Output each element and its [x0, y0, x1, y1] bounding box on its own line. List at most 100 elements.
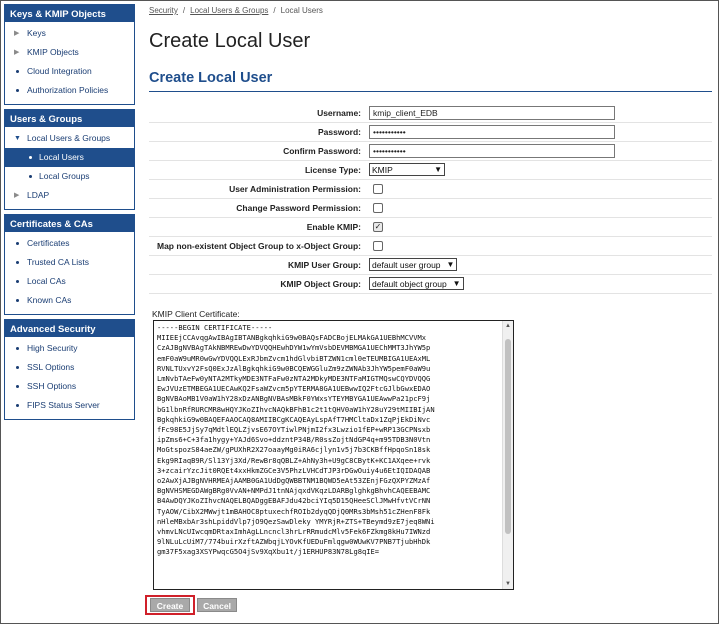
bullet-icon — [16, 89, 19, 92]
sidebar-item-kmip-objects[interactable]: ▶ KMIP Objects — [5, 43, 134, 62]
sidebar-item-ldap[interactable]: ▶ LDAP — [5, 186, 134, 205]
username-row: Username: — [149, 104, 712, 123]
bullet-icon — [29, 175, 32, 178]
bullet-icon — [16, 299, 19, 302]
panel-certificates: Certificates & CAs Certificates Trusted … — [4, 214, 135, 315]
license-type-value: KMIP — [372, 164, 393, 175]
bullet-icon — [16, 404, 19, 407]
scroll-up-icon[interactable]: ▲ — [503, 321, 513, 331]
map-object-group-row: Map non-existent Object Group to x-Objec… — [149, 237, 712, 256]
kmip-object-group-label: KMIP Object Group: — [280, 279, 361, 289]
chevron-down-icon: ▼ — [452, 279, 461, 288]
sidebar-item-label: Known CAs — [27, 295, 72, 305]
change-password-permission-checkbox[interactable] — [373, 203, 383, 213]
create-user-form: Username: Password: Confirm Password: Li… — [149, 104, 712, 294]
sidebar-item-label: Authorization Policies — [27, 85, 109, 95]
breadcrumb-separator: / — [273, 6, 276, 15]
panel-title-certificates: Certificates & CAs — [5, 215, 134, 232]
sidebar-item-authorization-policies[interactable]: Authorization Policies — [5, 81, 134, 100]
sidebar-item-label: FIPS Status Server — [27, 400, 100, 410]
kmip-client-certificate-textarea[interactable]: -----BEGIN CERTIFICATE----- MIIEEjCCAvqg… — [153, 320, 514, 590]
sidebar-item-ssh-options[interactable]: SSH Options — [5, 377, 134, 396]
bullet-icon — [16, 261, 19, 264]
sidebar-item-label: Local Groups — [39, 171, 90, 181]
enable-kmip-checkbox[interactable]: ✓ — [373, 222, 383, 232]
user-admin-permission-checkbox[interactable] — [373, 184, 383, 194]
sidebar-item-fips-status-server[interactable]: FIPS Status Server — [5, 396, 134, 415]
kmip-user-group-select[interactable]: default user group ▼ — [369, 258, 458, 271]
kmip-user-group-label: KMIP User Group: — [287, 260, 361, 270]
confirm-password-row: Confirm Password: — [149, 142, 712, 161]
username-field[interactable] — [369, 106, 615, 120]
password-field[interactable] — [369, 125, 615, 139]
breadcrumb-separator: / — [182, 6, 186, 15]
sidebar-item-local-cas[interactable]: Local CAs — [5, 272, 134, 291]
check-icon: ✓ — [374, 222, 382, 231]
sidebar-item-local-groups[interactable]: Local Groups — [5, 167, 134, 186]
confirm-password-field[interactable] — [369, 144, 615, 158]
sidebar-item-label: Certificates — [27, 238, 70, 248]
sidebar-item-known-cas[interactable]: Known CAs — [5, 291, 134, 310]
sidebar-item-high-security[interactable]: High Security — [5, 339, 134, 358]
sidebar-item-ssl-options[interactable]: SSL Options — [5, 358, 134, 377]
sidebar-item-label: SSH Options — [27, 381, 77, 391]
bullet-icon — [16, 70, 19, 73]
kmip-client-certificate-label: KMIP Client Certificate: — [152, 309, 240, 319]
panel-keys: Keys & KMIP Objects ▶ Keys ▶ KMIP Objects … — [4, 4, 135, 105]
username-label: Username: — [317, 108, 361, 118]
sidebar-item-label: SSL Options — [27, 362, 75, 372]
sidebar-item-keys[interactable]: ▶ Keys — [5, 24, 134, 43]
change-password-permission-label: Change Password Permission: — [236, 203, 361, 213]
sidebar-item-local-users[interactable]: Local Users — [5, 148, 134, 167]
sidebar: Keys & KMIP Objects ▶ Keys ▶ KMIP Objects … — [4, 4, 135, 424]
panel-advanced-security: Advanced Security High Security SSL Opti… — [4, 319, 135, 420]
chevron-down-icon: ▼ — [434, 165, 442, 174]
chevron-right-icon: ▶ — [14, 49, 20, 56]
sidebar-item-trusted-ca-lists[interactable]: Trusted CA Lists — [5, 253, 134, 272]
sidebar-item-label: High Security — [27, 343, 78, 353]
scrollbar-thumb[interactable] — [505, 339, 511, 534]
bullet-icon — [16, 385, 19, 388]
bullet-icon — [16, 280, 19, 283]
panel-title-advanced-security: Advanced Security — [5, 320, 134, 337]
create-button[interactable]: Create — [150, 598, 190, 612]
section-title: Create Local User — [149, 70, 273, 86]
panel-users: Users & Groups ▼ Local Users & Groups Loc… — [4, 109, 135, 210]
panel-title-keys: Keys & KMIP Objects — [5, 5, 134, 22]
bullet-icon — [29, 156, 32, 159]
breadcrumb-local-users-groups[interactable]: Local Users & Groups — [190, 6, 268, 15]
sidebar-item-certificates[interactable]: Certificates — [5, 234, 134, 253]
page-title: Create Local User — [149, 30, 311, 52]
sidebar-item-label: Keys — [27, 28, 46, 38]
license-type-label: License Type: — [304, 165, 361, 175]
breadcrumb-security[interactable]: Security — [149, 6, 178, 15]
user-admin-permission-row: User Administration Permission: — [149, 180, 712, 199]
cancel-button[interactable]: Cancel — [197, 598, 237, 612]
user-admin-permission-label: User Administration Permission: — [229, 184, 361, 194]
license-type-select[interactable]: KMIP ▼ — [369, 163, 445, 176]
chevron-right-icon: ▶ — [14, 192, 20, 199]
breadcrumb-current: Local Users — [280, 6, 323, 15]
bullet-icon — [16, 366, 19, 369]
sidebar-item-label: Trusted CA Lists — [27, 257, 90, 267]
kmip-object-group-value: default object group — [372, 278, 447, 289]
sidebar-item-label: LDAP — [27, 190, 50, 200]
map-object-group-checkbox[interactable] — [373, 241, 383, 251]
map-object-group-label: Map non-existent Object Group to x-Objec… — [156, 241, 361, 251]
sidebar-item-cloud-integration[interactable]: Cloud Integration — [5, 62, 134, 81]
enable-kmip-row: Enable KMIP: ✓ — [149, 218, 712, 237]
kmip-user-group-value: default user group — [372, 259, 441, 270]
sidebar-item-label: KMIP Objects — [27, 47, 79, 57]
scroll-down-icon[interactable]: ▼ — [503, 579, 513, 589]
certificate-text[interactable]: -----BEGIN CERTIFICATE----- MIIEEjCCAvqg… — [157, 323, 502, 589]
sidebar-item-label: Local Users — [39, 152, 84, 162]
kmip-user-group-row: KMIP User Group: default user group ▼ — [149, 256, 712, 275]
sidebar-item-label: Cloud Integration — [27, 66, 92, 76]
enable-kmip-label: Enable KMIP: — [306, 222, 361, 232]
sidebar-item-local-users-groups[interactable]: ▼ Local Users & Groups — [5, 129, 134, 148]
scrollbar[interactable]: ▲ ▼ — [502, 321, 513, 589]
breadcrumb: Security / Local Users & Groups / Local User… — [149, 6, 323, 15]
kmip-object-group-select[interactable]: default object group ▼ — [369, 277, 464, 290]
sidebar-item-label: Local Users & Groups — [27, 133, 111, 143]
bullet-icon — [16, 242, 19, 245]
